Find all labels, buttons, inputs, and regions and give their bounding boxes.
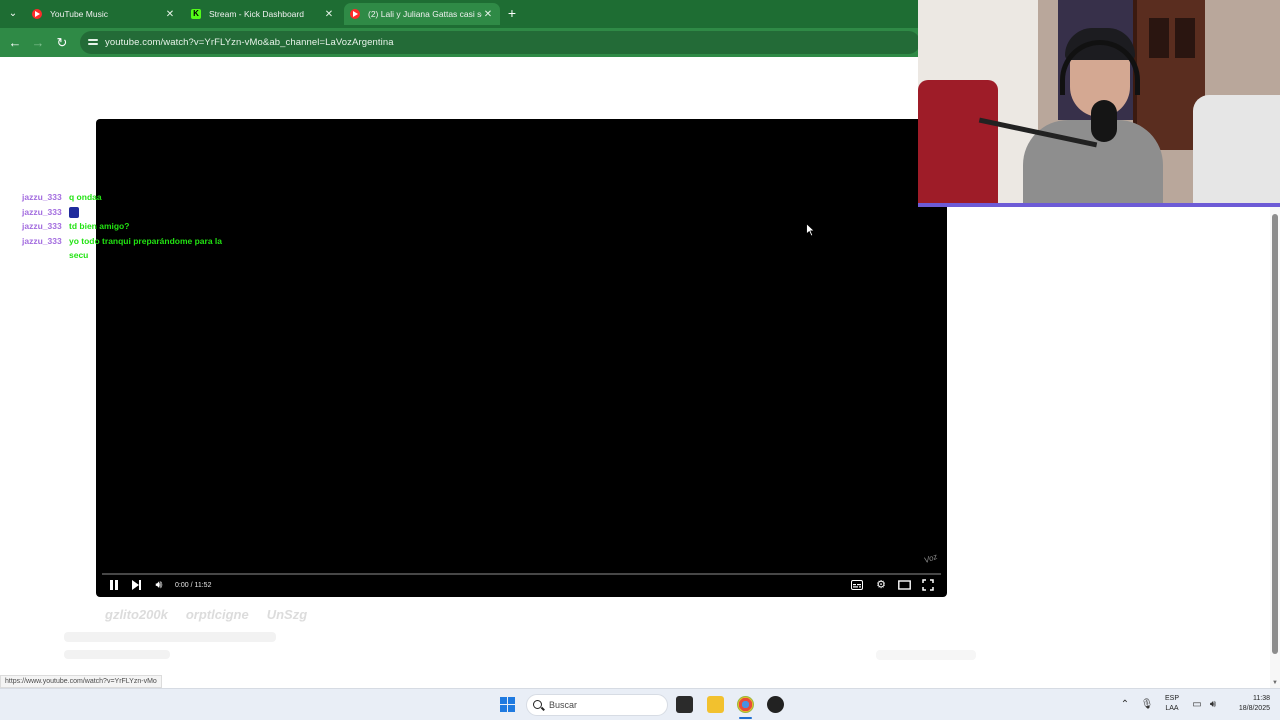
chat-message: jazzu_333 td bien amigo? — [22, 219, 262, 234]
tab-close-icon[interactable]: ✕ — [323, 9, 335, 20]
stream-chat-overlay: jazzu_333 q ondaa jazzu_333 jazzu_333 td… — [22, 190, 262, 263]
chat-username: jazzu_333 — [22, 206, 62, 217]
webcam-background — [1175, 18, 1195, 58]
screen: ⌄ YouTube Music ✕ K Stream - Kick Dashbo… — [0, 0, 1280, 720]
subtitles-icon[interactable] — [851, 578, 863, 592]
chat-username: jazzu_333 — [22, 192, 62, 202]
forward-arrow-icon[interactable]: → — [29, 34, 47, 52]
microphone-tray-icon[interactable]: 🎙︎ — [1140, 695, 1154, 715]
next-video-icon[interactable] — [132, 580, 142, 590]
time-display: 0:00 / 11:52 — [175, 582, 212, 589]
webcam-background — [1149, 18, 1169, 58]
windows-start-icon[interactable] — [500, 697, 515, 712]
search-placeholder: Buscar — [549, 700, 578, 710]
tab-kick-dashboard[interactable]: K Stream - Kick Dashboard ✕ — [185, 3, 341, 25]
address-bar[interactable]: youtube.com/watch?v=YrFLYzn-vMo&ab_chann… — [80, 31, 920, 54]
chat-message: jazzu_333 q ondaa — [22, 190, 262, 205]
loading-placeholder — [64, 650, 170, 659]
scroll-thumb[interactable] — [1272, 214, 1278, 654]
tab-close-icon[interactable]: ✕ — [482, 9, 494, 20]
network-icon[interactable]: ▭ — [1190, 695, 1204, 715]
clock-date: 18/8/2025 — [1238, 705, 1270, 712]
loading-placeholder — [876, 650, 976, 660]
kick-favicon-icon: K — [191, 9, 201, 19]
fullscreen-icon[interactable] — [922, 578, 934, 592]
overlay-logo: orptlcigne — [185, 607, 249, 622]
channel-watermark: Voz — [922, 551, 939, 566]
mouse-cursor-icon — [806, 223, 816, 237]
volume-icon[interactable]: 🔊︎ — [152, 578, 166, 592]
volume-tray-icon[interactable]: 🔊︎ — [1206, 695, 1220, 715]
tab-title: (2) Lali y Juliana Gattas casi se a — [368, 9, 482, 19]
tab-title: Stream - Kick Dashboard — [209, 9, 304, 19]
new-tab-plus-icon[interactable]: + — [504, 5, 520, 21]
overlay-logo: gzlito200k — [105, 607, 168, 622]
chat-message: jazzu_333 — [22, 205, 262, 220]
back-arrow-icon[interactable]: ← — [6, 34, 24, 52]
chat-username: jazzu_333 — [22, 221, 62, 231]
search-icon — [533, 700, 542, 709]
active-app-indicator — [739, 717, 752, 719]
chat-text: yo todo tranqui preparándome para la sec… — [69, 235, 223, 261]
loading-placeholder — [64, 632, 276, 642]
chat-text: q ondaa — [69, 192, 102, 202]
chat-emote-icon — [69, 206, 79, 218]
microphone-icon — [1091, 100, 1117, 142]
youtube-music-favicon-icon — [32, 9, 42, 19]
link-status-bubble: https://www.youtube.com/watch?v=YrFLYzn-… — [0, 675, 162, 688]
tab-search-chevron-icon[interactable]: ⌄ — [4, 6, 22, 22]
tab-youtube-video[interactable]: (2) Lali y Juliana Gattas casi se a ✕ — [344, 3, 500, 25]
tab-youtube-music[interactable]: YouTube Music ✕ — [26, 3, 182, 25]
webcam-overlay — [918, 0, 1280, 207]
clock-time: 11:38 — [1253, 695, 1270, 702]
chat-username: jazzu_333 — [22, 235, 62, 246]
reload-icon[interactable]: ↻ — [53, 34, 71, 52]
chat-text: td bien amigo? — [69, 221, 130, 231]
file-explorer-icon[interactable] — [707, 696, 724, 713]
theater-mode-icon[interactable] — [898, 578, 911, 592]
lang-layout: LAA — [1165, 705, 1179, 712]
obs-app-icon[interactable] — [676, 696, 693, 713]
taskbar-search[interactable]: Buscar — [526, 694, 668, 716]
overlay-logo: UnSzg — [266, 607, 308, 622]
site-info-icon[interactable] — [88, 36, 100, 48]
tab-title: YouTube Music — [50, 9, 108, 19]
scroll-down-arrow-icon[interactable]: ▼ — [1270, 678, 1280, 688]
webcam-background — [918, 80, 998, 203]
system-clock[interactable]: 11:38 18/8/2025 — [1226, 694, 1270, 714]
tray-chevron-up-icon[interactable]: ⌃ — [1118, 695, 1132, 715]
chat-message: jazzu_333 yo todo tranqui preparándome p… — [22, 234, 262, 263]
progress-bar[interactable] — [102, 573, 941, 575]
lang-code: ESP — [1164, 695, 1179, 702]
youtube-favicon-icon — [350, 9, 360, 19]
pause-icon[interactable] — [109, 580, 119, 590]
webcam-background — [1193, 95, 1280, 203]
language-indicator[interactable]: ESP LAA — [1160, 694, 1184, 714]
tab-close-icon[interactable]: ✕ — [164, 9, 176, 20]
windows-taskbar: Buscar ⌃ 🎙︎ ESP LAA ▭ 🔊︎ 11:38 18/8/2025 — [0, 688, 1280, 720]
url-text: youtube.com/watch?v=YrFLYzn-vMo&ab_chann… — [105, 37, 394, 48]
settings-gear-icon[interactable]: ⚙ — [874, 578, 888, 592]
chrome-app-icon[interactable] — [737, 696, 754, 713]
obs-studio-icon[interactable] — [767, 696, 784, 713]
stream-overlay-logos: gzlito200k orptlcigne UnSzg — [105, 607, 307, 622]
